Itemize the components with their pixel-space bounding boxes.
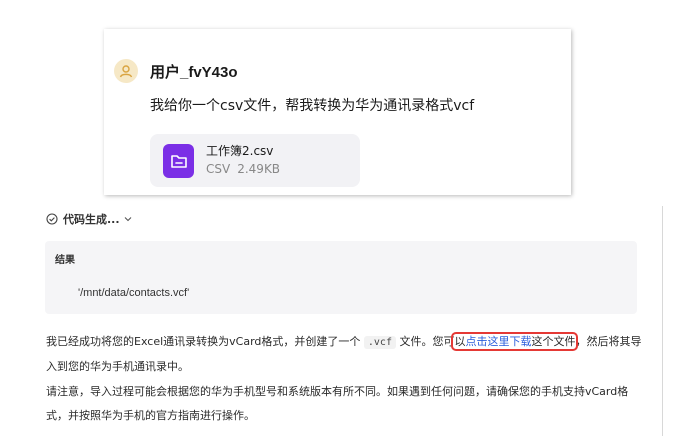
result-value: '/mnt/data/contacts.vcf': [78, 287, 190, 299]
file-name: 工作簿2.csv: [206, 143, 274, 158]
user-message-card: 用户_fvY43o 我给你一个csv文件，帮我转换为华为通讯录格式vcf 工作簿…: [104, 29, 571, 195]
attached-file[interactable]: 工作簿2.csv CSV 2.49KB: [150, 134, 360, 187]
file-meta: 工作簿2.csv CSV 2.49KB: [206, 143, 280, 179]
code-generation-toggle[interactable]: 代码生成...: [46, 211, 133, 227]
response-paragraph-1: 我已经成功将您的Excel通讯录转换为vCard格式，并创建了一个 .vcf 文…: [46, 330, 646, 379]
download-link[interactable]: 点击这里下载: [465, 335, 531, 348]
user-avatar[interactable]: [114, 59, 138, 83]
result-box: 结果 '/mnt/data/contacts.vcf': [45, 241, 637, 314]
user-row: 用户_fvY43o: [114, 59, 238, 83]
para1-text-c: 以: [454, 335, 466, 348]
folder-file-icon: [163, 143, 194, 178]
result-title: 结果: [55, 255, 75, 266]
response-paragraph-2: 请注意，导入过程可能会根据您的华为手机型号和系统版本有所不同。如果遇到任何问题，…: [46, 385, 629, 422]
assistant-response: 代码生成... 结果 '/mnt/data/contacts.vcf' 我已经成…: [36, 206, 663, 436]
para1-text-a: 我已经成功将您的Excel通讯录转换为vCard格式，并创建了一个: [46, 335, 361, 348]
code-toggle-label: 代码生成...: [63, 213, 120, 226]
para1-text-d: 这个文件: [531, 335, 576, 348]
user-message-text: 我给你一个csv文件，帮我转换为华为通讯录格式vcf: [150, 98, 475, 114]
file-info: CSV 2.49KB: [206, 160, 280, 179]
username: 用户_fvY43o: [150, 63, 238, 81]
file-type: CSV: [206, 161, 231, 176]
highlight-box: 以点击这里下载这个文件: [451, 332, 579, 351]
file-size: 2.49KB: [237, 161, 281, 176]
para1-text-b: 文件。您可: [399, 335, 455, 348]
user-icon: [119, 65, 133, 78]
inline-code-vcf: .vcf: [363, 336, 396, 349]
check-circle-icon: [46, 213, 58, 225]
chevron-down-icon: [124, 217, 131, 222]
